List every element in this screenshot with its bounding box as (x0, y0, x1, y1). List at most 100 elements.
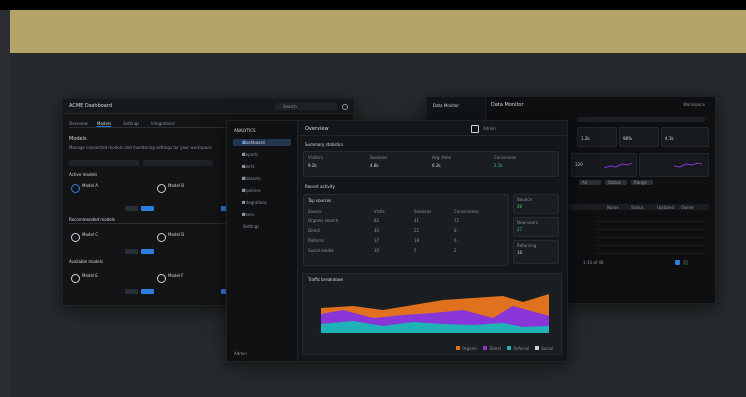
activity-title: Recent activity (305, 184, 335, 189)
column-header: Updated (657, 205, 675, 210)
filter-label: Range (634, 180, 647, 185)
search-placeholder: Search (283, 104, 297, 109)
table-row[interactable] (597, 247, 705, 254)
brand-logo: ANALYTICS (234, 128, 256, 133)
nav-item-reports[interactable]: Reports (233, 151, 291, 158)
nav-item-dashboard[interactable]: Dashboard (233, 139, 291, 146)
cell: 12 (454, 218, 460, 223)
search-input[interactable]: Search (275, 103, 337, 110)
nav-item-users[interactable]: Users (233, 211, 291, 218)
sidebar: ANALYTICS Dashboard Reports Alerts Datas… (227, 121, 298, 361)
details-button[interactable] (125, 289, 138, 294)
model-card[interactable]: Model E (69, 271, 149, 285)
add-button[interactable] (141, 249, 154, 254)
table-row[interactable] (597, 223, 705, 230)
card-title: Model F (168, 273, 184, 278)
trend-sparkline (604, 162, 632, 169)
cell: 18 (414, 238, 420, 243)
kpi-strip: Visitors 9.2k Sessions 4.8k Avg. time 6.… (303, 151, 559, 177)
filter-status[interactable]: Status (605, 180, 627, 185)
table-row[interactable]: Referral 37 18 6 (304, 238, 508, 246)
add-button[interactable] (141, 206, 154, 211)
cell: 5 (414, 248, 417, 253)
nav-label: Dashboard (243, 140, 265, 145)
settings-icon[interactable] (342, 104, 348, 110)
nav-label: Alerts (243, 164, 255, 169)
group-heading-active: Active models (69, 172, 98, 177)
model-icon (71, 184, 80, 193)
card-title: Model E (82, 273, 98, 278)
tab-integrations[interactable]: Integrations (151, 121, 175, 126)
header-divider (297, 135, 567, 136)
kpi-value: 2.1k (494, 163, 503, 168)
legend-swatch (455, 346, 460, 350)
filter-label: All (582, 180, 587, 185)
cell: 6 (454, 238, 457, 243)
kpi-card: 98% (619, 127, 659, 147)
model-card[interactable]: Model C (69, 230, 149, 244)
kpi-card: 4.1k (661, 127, 709, 147)
tab-settings[interactable]: Settings (123, 121, 139, 126)
model-card[interactable]: Model F (155, 271, 235, 285)
legend-item: Social (535, 346, 553, 351)
table-row[interactable] (597, 215, 705, 222)
stat-label: Bounce (517, 197, 532, 202)
nav-item-integrations[interactable]: Integrations (233, 199, 291, 206)
table-row[interactable]: Direct 40 22 8 (304, 228, 508, 236)
group-heading-recommended: Recommended models (69, 217, 115, 222)
side-stat-card: Returning 16 (513, 240, 559, 264)
header-band (10, 10, 746, 53)
toolbar (577, 117, 705, 122)
model-icon (71, 274, 80, 283)
card-title: Model A (82, 183, 99, 188)
tab-models[interactable]: Models (97, 121, 112, 127)
sort-select[interactable] (143, 160, 213, 166)
notification-icon[interactable] (471, 125, 479, 133)
details-button[interactable] (125, 249, 138, 254)
kpi-value: 6.2k (432, 163, 441, 168)
filter-range[interactable]: Range (631, 180, 653, 185)
filter-input[interactable] (69, 160, 139, 166)
column-header: Source (308, 209, 322, 214)
page-button[interactable] (683, 260, 688, 265)
sources-table: Top sources Source Visits Sessions Conve… (303, 194, 509, 266)
kpi-value: 1.2k (581, 136, 590, 141)
cell: Organic search (308, 218, 339, 223)
model-card[interactable]: Model B (155, 181, 235, 195)
filter-all[interactable]: All (579, 180, 601, 185)
stat-label: New users (517, 220, 538, 225)
legend-swatch (535, 346, 540, 350)
stat-value: 16 (517, 250, 523, 255)
table-row[interactable] (597, 239, 705, 246)
details-button[interactable] (125, 206, 138, 211)
legend-label: Organic (461, 346, 478, 351)
nav-label: Pipelines (243, 188, 261, 193)
window-title: ACME Dashboard (69, 103, 113, 109)
table-row[interactable]: Social media 10 5 2 (304, 248, 508, 256)
page-button-active[interactable] (675, 260, 680, 265)
trend-card (639, 153, 709, 177)
table-row[interactable] (597, 231, 705, 238)
add-button[interactable] (141, 289, 154, 294)
model-card[interactable]: Model A (69, 181, 149, 195)
kpi-label: Visitors (308, 155, 323, 160)
nav-item-pipelines[interactable]: Pipelines (233, 187, 291, 194)
stacked-area-chart (313, 294, 551, 334)
kpi-label: Conversion (494, 155, 517, 160)
nav-label: Datasets (243, 176, 261, 181)
nav-item-alerts[interactable]: Alerts (233, 163, 291, 170)
user-label[interactable]: Workspace (683, 102, 705, 107)
nav-item-datasets[interactable]: Datasets (233, 175, 291, 182)
table-row[interactable]: Organic search 82 41 12 (304, 218, 508, 226)
user-menu[interactable]: Admin (483, 126, 517, 131)
tab-bar: Overview Models Settings Integrations (69, 121, 229, 128)
trend-card: 320 (571, 153, 637, 177)
kpi-label: Avg. time (432, 155, 451, 160)
column-header: Visits (374, 209, 385, 214)
legend-item: Organic (455, 346, 478, 351)
tab-overview[interactable]: Overview (69, 121, 88, 126)
nav-item-settings[interactable]: Settings (233, 223, 291, 230)
top-bar (0, 0, 746, 10)
filter-label: Status (608, 180, 621, 185)
model-card[interactable]: Model D (155, 230, 235, 244)
